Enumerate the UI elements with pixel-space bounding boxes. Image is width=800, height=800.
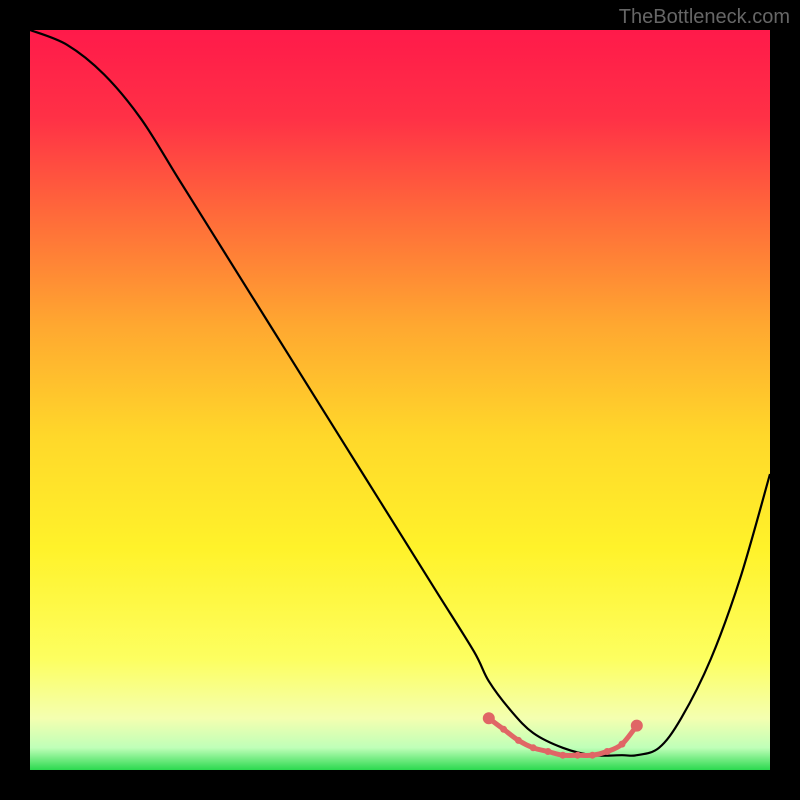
optimal-range-markers — [483, 712, 643, 759]
plot-area — [30, 30, 770, 770]
chart-svg — [30, 30, 770, 770]
watermark: TheBottleneck.com — [619, 6, 790, 29]
bottleneck-curve — [30, 30, 770, 756]
